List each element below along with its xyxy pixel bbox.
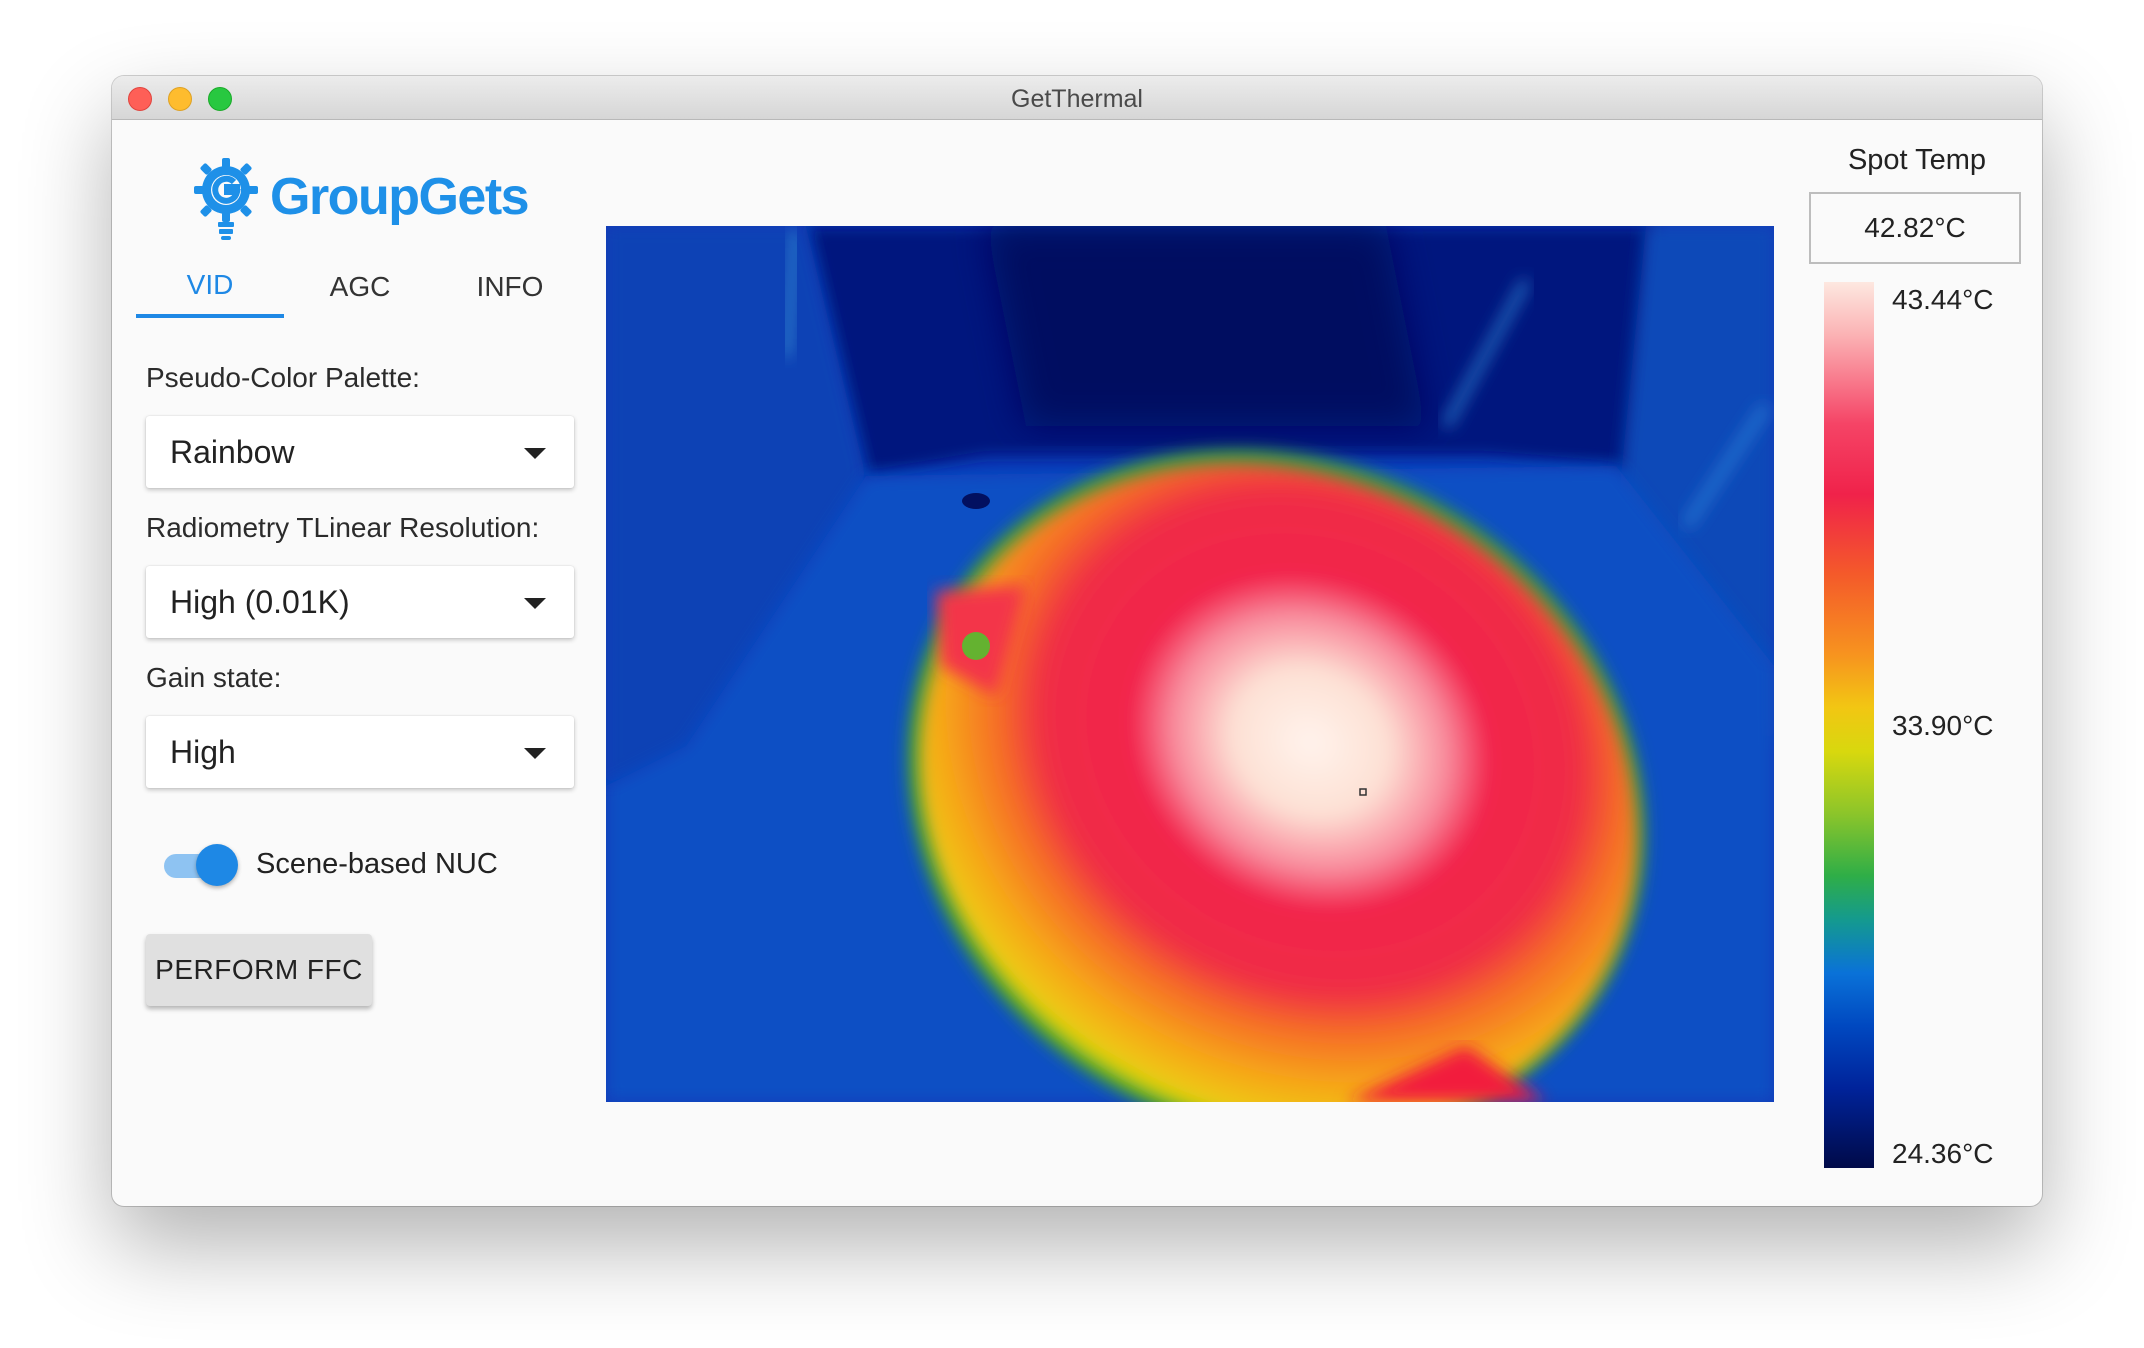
palette-label: Pseudo-Color Palette: bbox=[146, 362, 420, 393]
logo-wordmark: GroupGets bbox=[270, 168, 530, 226]
thermal-frame bbox=[606, 226, 1774, 1102]
tab-vid[interactable]: VID bbox=[136, 256, 284, 318]
caret-down-icon bbox=[524, 598, 546, 609]
groupgets-logo: GroupGets bbox=[190, 152, 550, 242]
gain-dropdown[interactable]: High bbox=[146, 716, 574, 788]
toggle-knob bbox=[196, 844, 238, 886]
gain-label: Gain state: bbox=[146, 662, 282, 693]
spot-temp-label: Spot Temp bbox=[1847, 144, 1987, 176]
resolution-value: High (0.01K) bbox=[170, 583, 350, 620]
caret-down-icon bbox=[524, 448, 546, 459]
nuc-toggle[interactable] bbox=[162, 842, 240, 888]
colorbar-min-label: 24.36°C bbox=[1892, 1138, 1994, 1169]
spot-temp-value: 42.82°C bbox=[1809, 192, 2021, 264]
palette-dropdown[interactable]: Rainbow bbox=[146, 416, 574, 488]
resolution-label: Radiometry TLinear Resolution: bbox=[146, 512, 540, 543]
caret-down-icon bbox=[524, 748, 546, 759]
app-window: GetThermal GroupGets VID AGC INFO Pseudo… bbox=[112, 76, 2042, 1206]
thermal-image[interactable] bbox=[606, 226, 1774, 1102]
tab-info[interactable]: INFO bbox=[436, 256, 584, 318]
palette-value: Rainbow bbox=[170, 433, 295, 470]
title-bar: GetThermal bbox=[112, 76, 2042, 120]
tab-agc[interactable]: AGC bbox=[286, 256, 434, 318]
gear-bulb-icon bbox=[194, 158, 258, 240]
tab-bar: VID AGC INFO bbox=[136, 256, 586, 318]
nuc-label: Scene-based NUC bbox=[256, 848, 498, 880]
colorbar-mid-label: 33.90°C bbox=[1892, 710, 1994, 741]
colorbar-max-label: 43.44°C bbox=[1892, 284, 1994, 315]
gain-value: High bbox=[170, 733, 236, 770]
temperature-colorbar bbox=[1824, 282, 1874, 1168]
resolution-dropdown[interactable]: High (0.01K) bbox=[146, 566, 574, 638]
window-title: GetThermal bbox=[1011, 85, 1143, 113]
perform-ffc-button[interactable]: PERFORM FFC bbox=[146, 934, 372, 1006]
